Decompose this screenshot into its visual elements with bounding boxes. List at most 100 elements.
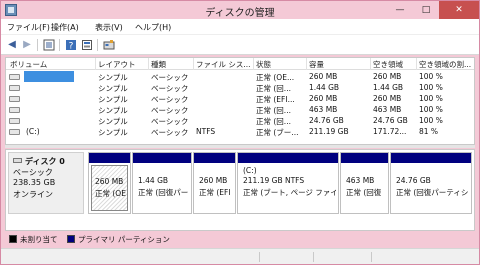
help-icon[interactable]: ? [65,39,77,52]
primary-partition-bar [89,153,130,163]
cell-layout: シンプル [98,128,128,137]
back-arrow-icon[interactable]: ◀ [6,39,18,51]
column-header-free-space[interactable]: 空き領域 [373,59,415,70]
column-separator[interactable] [95,58,96,70]
details-view-icon[interactable] [43,39,55,51]
partition-block[interactable]: 260 MB 正常 (OE [88,152,131,214]
cell-capacity: 24.76 GB [309,116,344,125]
cell-capacity: 260 MB [309,72,338,81]
volume-row[interactable]: シンプル ベーシック 正常 (回... 24.76 GB 24.76 GB 10… [6,115,474,126]
primary-partition-swatch [67,235,75,243]
partition-size: 260 MB [199,176,228,185]
disk-type: ベーシック [13,168,53,177]
disk-name: ディスク 0 [25,157,65,166]
toolbar: ◀ ▶ ? [1,35,479,55]
properties-icon[interactable] [81,39,93,51]
column-header-type[interactable]: 種類 [151,59,191,70]
primary-partition-bar [391,153,471,163]
status-bar [1,248,479,264]
svg-text:?: ? [69,42,74,52]
close-button[interactable]: ✕ [439,1,479,19]
volume-list: ボリューム レイアウト 種類 ファイル シス... 状態 容量 空き領域 空き領… [5,57,475,145]
partition-size: 260 MB [95,177,124,186]
volume-icon [9,118,20,124]
disk-state: オンライン [13,190,53,199]
menu-bar: ファイル(F) 操作(A) 表示(V) ヘルプ(H) [1,19,479,35]
partition-block[interactable]: 260 MB 正常 (EFI [193,152,236,214]
cell-percent-free: 100 % [419,116,443,125]
cell-capacity: 1.44 GB [309,83,340,92]
primary-partition-bar [341,153,388,163]
volume-icon [9,74,20,80]
column-header-capacity[interactable]: 容量 [309,59,369,70]
cell-percent-free: 100 % [419,83,443,92]
volume-row[interactable]: シンプル ベーシック 正常 (EFI... 260 MB 260 MB 100 … [6,93,474,104]
minimize-button[interactable]: — [387,1,413,19]
legend-unallocated: 未割り当て [20,235,58,244]
toolbar-separator [59,39,60,51]
volume-row[interactable]: シンプル ベーシック 正常 (回... 463 MB 463 MB 100 % [6,104,474,115]
column-separator[interactable] [306,58,307,70]
column-header-volume[interactable]: ボリューム [10,59,92,70]
cell-free-space: 463 MB [373,105,402,114]
partition-status: 正常 (EFI [199,188,231,197]
column-separator[interactable] [416,58,417,70]
menu-file[interactable]: ファイル(F) [7,22,50,33]
horizontal-scrollbar[interactable] [5,145,475,148]
status-bar-separator [371,252,372,262]
partition-label: (C:) [243,166,257,175]
cell-type: ベーシック [151,128,189,137]
column-separator[interactable] [253,58,254,70]
partition-status: 正常 (回復パー [138,188,189,197]
column-header-percent-free[interactable]: 空き領域の割... [419,59,473,70]
column-separator[interactable] [193,58,194,70]
volume-icon [9,96,20,102]
cell-percent-free: 100 % [419,94,443,103]
volume-icon [9,85,20,91]
forward-arrow-icon[interactable]: ▶ [21,39,33,51]
legend-primary-partition: プライマリ パーティション [78,235,170,244]
volume-row[interactable]: (C:) シンプル ベーシック NTFS 正常 (ブー... 211.19 GB… [6,126,474,137]
volume-icon [9,107,20,113]
partition-size: 211.19 GB NTFS [243,176,305,185]
column-separator[interactable] [370,58,371,70]
column-separator[interactable] [148,58,149,70]
primary-partition-bar [194,153,235,163]
partition-block[interactable]: (C:) 211.19 GB NTFS 正常 (ブート, ページ ファイル [237,152,339,214]
partition-size: 463 MB [346,176,375,185]
column-header-file-system[interactable]: ファイル シス... [196,59,252,70]
menu-help[interactable]: ヘルプ(H) [135,22,171,33]
volume-row[interactable]: シンプル ベーシック 正常 (回... 1.44 GB 1.44 GB 100 … [6,82,474,93]
toolbar-separator [37,39,38,51]
column-header-layout[interactable]: レイアウト [98,59,146,70]
partition-status: 正常 (回復 [346,188,382,197]
disk-0-info[interactable]: ディスク 0 ベーシック 238.35 GB オンライン [8,152,84,214]
cell-capacity: 211.19 GB [309,127,349,136]
menu-action[interactable]: 操作(A) [51,22,79,33]
partition-status: 正常 (ブート, ページ ファイル [243,188,336,197]
disk-graphical-view: ディスク 0 ベーシック 238.35 GB オンライン 260 MB 正常 (… [5,149,475,231]
cell-percent-free: 81 % [419,127,439,136]
primary-partition-bar [238,153,338,163]
volume-list-header: ボリューム レイアウト 種類 ファイル シス... 状態 容量 空き領域 空き領… [6,58,474,70]
cell-capacity: 463 MB [309,105,338,114]
menu-view[interactable]: 表示(V) [95,22,123,33]
column-header-status[interactable]: 状態 [256,59,304,70]
cell-file-system: NTFS [196,127,216,136]
partition-block[interactable]: 463 MB 正常 (回復 [340,152,389,214]
partition-block[interactable]: 24.76 GB 正常 (回復パーティショ [390,152,472,214]
maximize-button[interactable]: □ [413,1,439,19]
cell-volume: (C:) [26,127,40,136]
volume-icon [9,129,20,135]
cell-capacity: 260 MB [309,94,338,103]
disk-settings-icon[interactable] [103,39,115,51]
partition-block[interactable]: 1.44 GB 正常 (回復パー [132,152,192,214]
cell-status: 正常 (ブー... [256,128,299,137]
title-bar[interactable]: ディスクの管理 — □ ✕ [1,1,479,19]
partition-status: 正常 (OE [95,189,126,198]
partition-size: 1.44 GB [138,176,169,185]
disk-management-window: ディスクの管理 — □ ✕ ファイル(F) 操作(A) 表示(V) ヘルプ(H)… [0,0,480,265]
volume-row[interactable]: シンプル ベーシック 正常 (OE... 260 MB 260 MB 100 % [6,71,474,82]
cell-free-space: 171.72... [373,127,407,136]
partition-status: 正常 (回復パーティショ [396,188,469,197]
